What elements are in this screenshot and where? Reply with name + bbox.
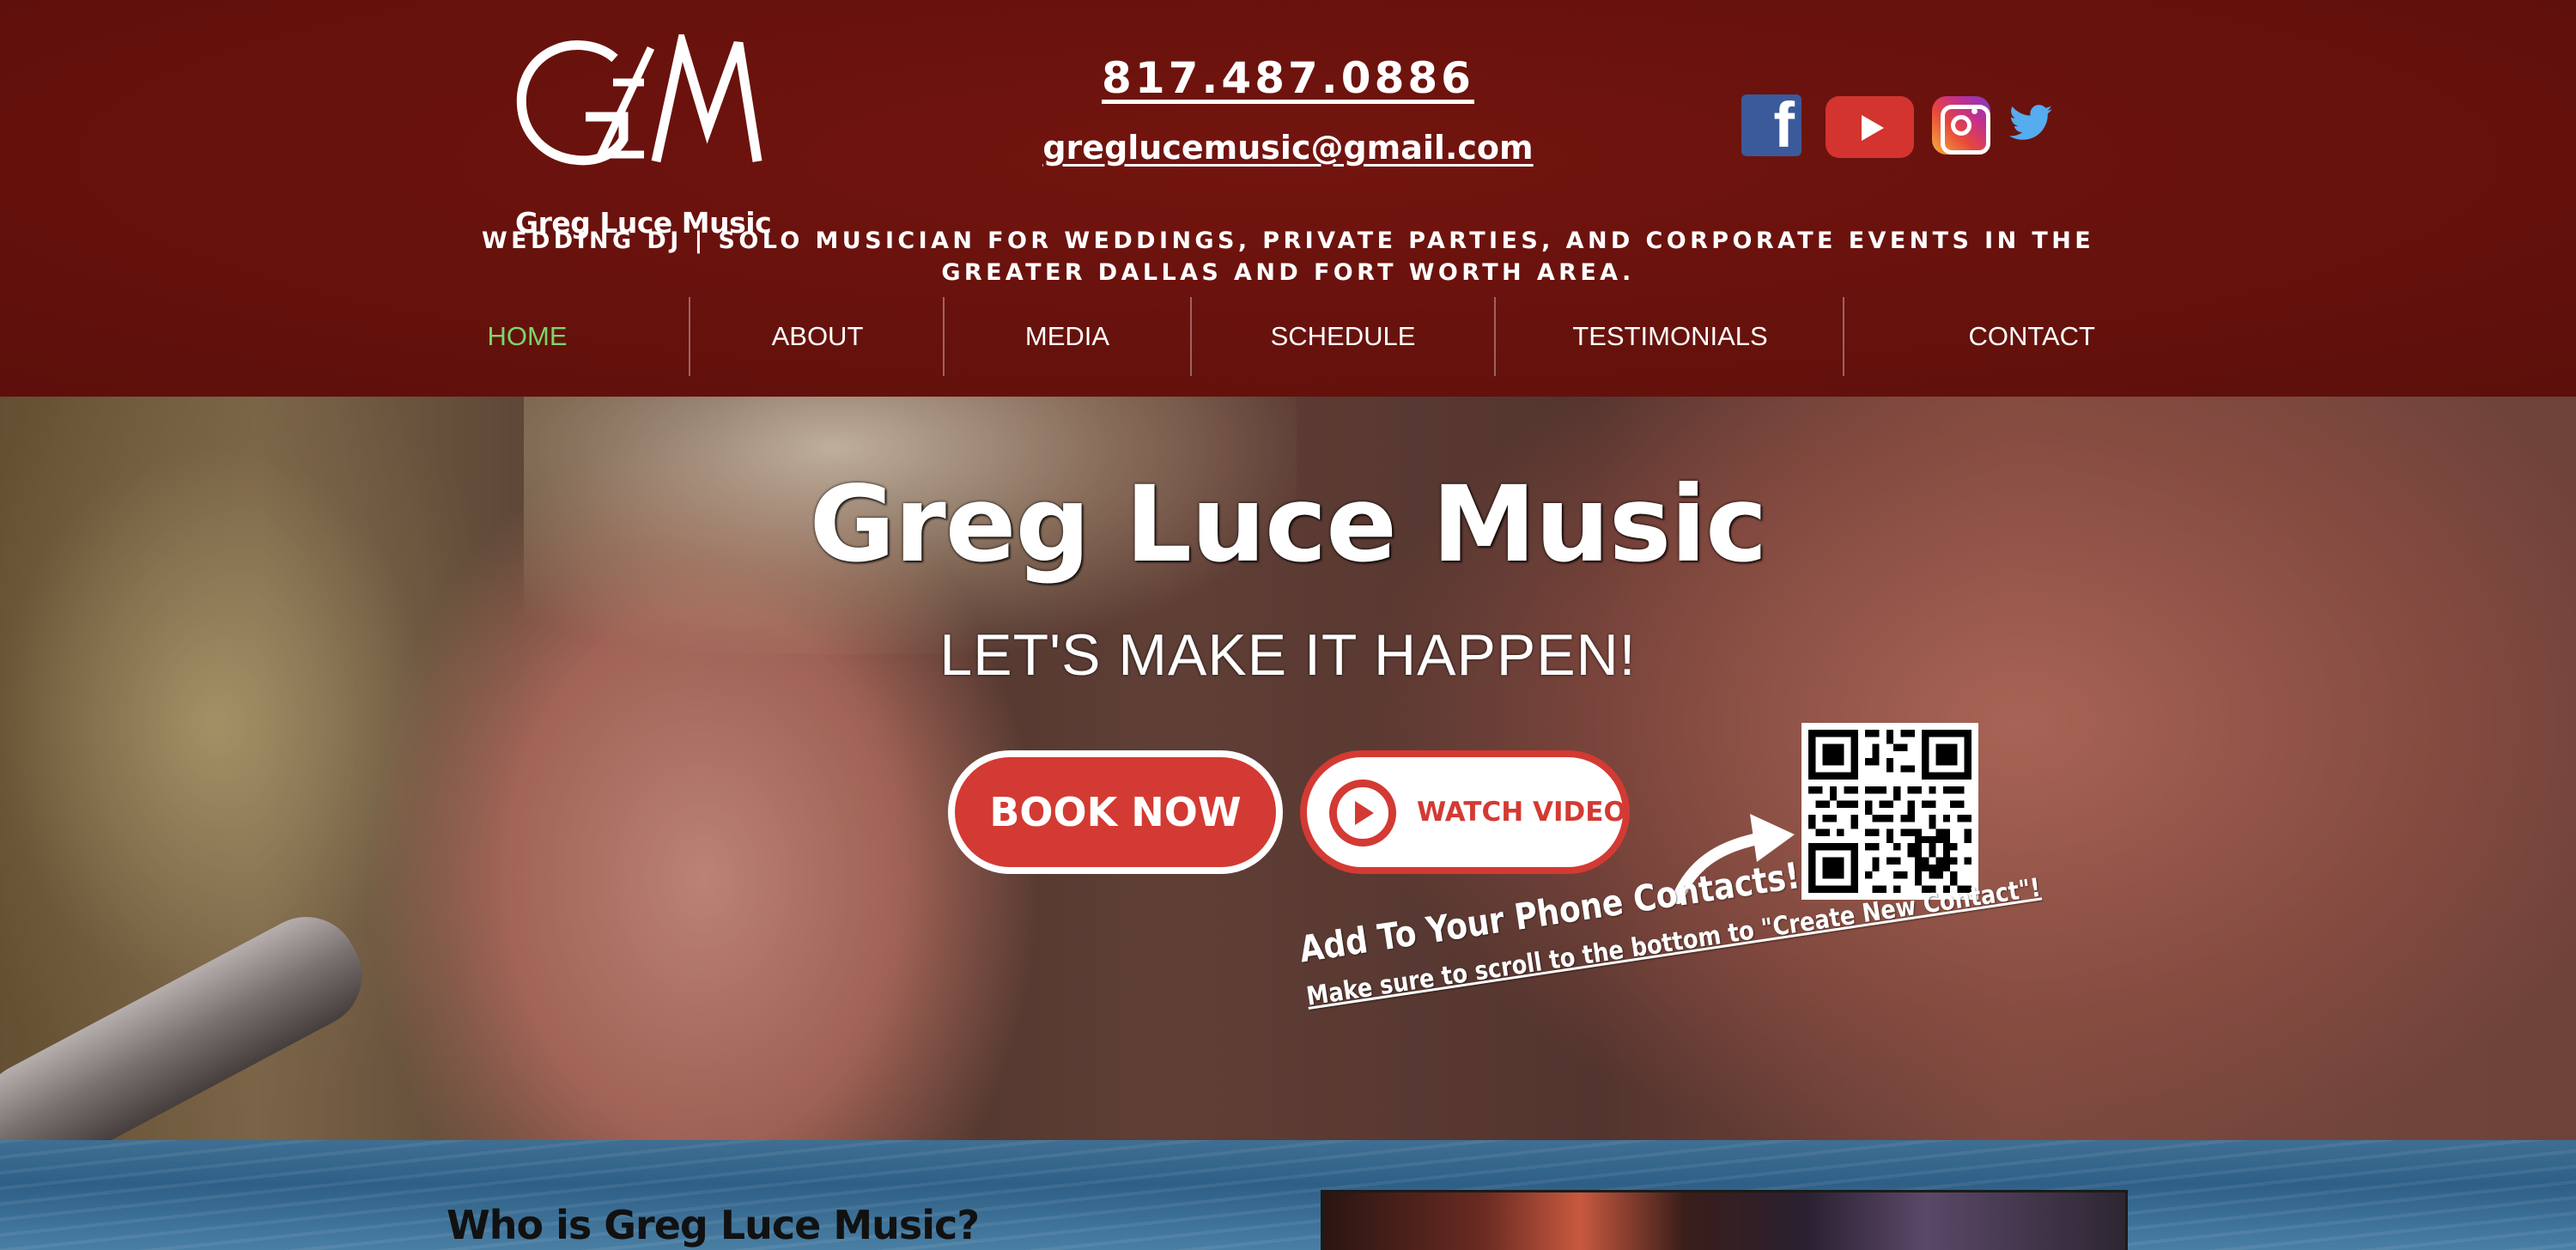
- logo-mark-icon: [516, 34, 762, 166]
- nav-item-media[interactable]: MEDIA: [945, 297, 1190, 376]
- main-nav: HOME ABOUT MEDIA SCHEDULE TESTIMONIALS C…: [481, 297, 2095, 376]
- nav-item-home[interactable]: HOME: [481, 297, 574, 376]
- hero-subtitle: LET'S MAKE IT HAPPEN!: [939, 622, 1637, 688]
- facebook-glyph: f: [1773, 89, 1795, 161]
- nav-item-contact[interactable]: CONTACT: [1844, 297, 2095, 376]
- instagram-dot: [1971, 108, 1978, 114]
- site-tagline: WEDDING DJ | SOLO MUSICIAN FOR WEDDINGS,…: [481, 228, 2095, 286]
- nav-item-testimonials[interactable]: TESTIMONIALS: [1496, 297, 1844, 376]
- about-photo: [1321, 1190, 2128, 1250]
- email-link[interactable]: greglucemusic@gmail.com: [987, 129, 1589, 167]
- phone-link[interactable]: 817.487.0886: [1030, 53, 1546, 103]
- site-logo[interactable]: Greg Luce Music: [513, 34, 772, 240]
- about-section-background: [0, 1140, 2576, 1250]
- hero-title: Greg Luce Music: [809, 464, 1768, 586]
- play-icon: [1329, 780, 1396, 846]
- book-now-button[interactable]: BOOK NOW: [948, 750, 1283, 874]
- twitter-icon[interactable]: [2009, 105, 2052, 141]
- nav-item-about[interactable]: ABOUT: [690, 297, 945, 376]
- nav-item-schedule[interactable]: SCHEDULE: [1192, 297, 1494, 376]
- youtube-icon[interactable]: [1826, 96, 1914, 158]
- watch-video-button[interactable]: WATCH VIDEO: [1300, 750, 1630, 874]
- facebook-icon[interactable]: f: [1741, 89, 1801, 161]
- site-header: Greg Luce Music 817.487.0886 greglucemus…: [0, 0, 2576, 397]
- about-title: Who is Greg Luce Music?: [447, 1202, 980, 1248]
- watch-video-label: WATCH VIDEO: [1417, 797, 1626, 828]
- instagram-icon[interactable]: [1932, 96, 1990, 155]
